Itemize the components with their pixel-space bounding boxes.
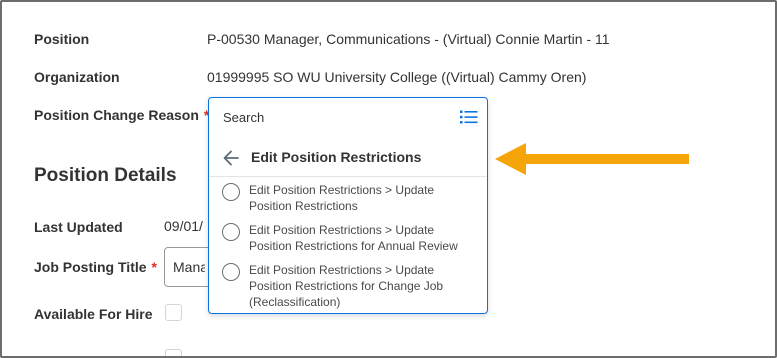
- available-for-hire-checkbox[interactable]: [165, 304, 182, 321]
- available-for-hire-label: Available For Hire: [34, 306, 153, 322]
- position-value: P-00530 Manager, Communications - (Virtu…: [207, 31, 610, 47]
- option-line: (Reclassification): [249, 295, 341, 309]
- dropdown-search-input[interactable]: Search: [223, 110, 264, 125]
- last-updated-value: 09/01/: [164, 218, 203, 234]
- option-line: Position Restrictions: [249, 199, 358, 213]
- list-view-icon[interactable]: [460, 109, 478, 125]
- required-marker: *: [151, 259, 157, 275]
- organization-value: 01999995 SO WU University College ((Virt…: [207, 69, 587, 85]
- organization-label: Organization: [34, 69, 120, 85]
- radio-button[interactable]: [222, 183, 240, 201]
- dropdown-back-row[interactable]: Edit Position Restrictions: [209, 140, 487, 177]
- job-posting-title-input[interactable]: [164, 247, 214, 287]
- option-line: Edit Position Restrictions > Update: [249, 263, 435, 277]
- next-field-checkbox[interactable]: [165, 349, 182, 356]
- position-label: Position: [34, 31, 90, 47]
- option-line: Edit Position Restrictions > Update: [249, 223, 435, 237]
- page-frame: Position P-00530 Manager, Communications…: [0, 0, 777, 358]
- change-reason-dropdown: Search Edit Position Restrictions Edit P…: [208, 97, 488, 314]
- option-label: Edit Position Restrictions > Update Posi…: [249, 262, 479, 310]
- change-reason-label-text: Position Change Reason: [34, 107, 199, 123]
- dropdown-heading: Edit Position Restrictions: [251, 149, 422, 165]
- job-posting-title-label-text: Job Posting Title: [34, 259, 147, 275]
- arrow-left-icon[interactable]: [221, 148, 241, 168]
- job-posting-title-label: Job Posting Title *: [34, 259, 157, 275]
- option-line: Position Restrictions for Change Job: [249, 279, 444, 293]
- last-updated-label: Last Updated: [34, 219, 123, 235]
- radio-button[interactable]: [222, 223, 240, 241]
- radio-button[interactable]: [222, 263, 240, 281]
- annotation-arrow-icon: [495, 143, 689, 175]
- change-reason-label: Position Change Reason *: [34, 107, 209, 123]
- option-label: Edit Position Restrictions > Update Posi…: [249, 182, 479, 214]
- section-title: Position Details: [34, 165, 177, 186]
- option-line: Edit Position Restrictions > Update: [249, 183, 435, 197]
- option-label: Edit Position Restrictions > Update Posi…: [249, 222, 479, 254]
- option-line: Position Restrictions for Annual Review: [249, 239, 458, 253]
